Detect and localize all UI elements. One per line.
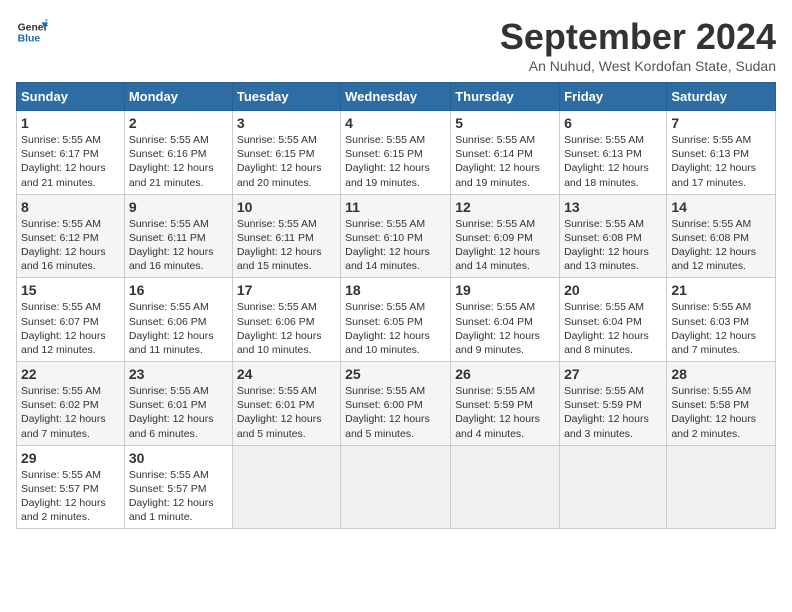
month-title: September 2024 [500,16,776,58]
table-row: 10Sunrise: 5:55 AMSunset: 6:11 PMDayligh… [232,194,340,278]
svg-text:Blue: Blue [18,34,41,45]
table-row: 18Sunrise: 5:55 AMSunset: 6:05 PMDayligh… [341,278,451,362]
table-row: 9Sunrise: 5:55 AMSunset: 6:11 PMDaylight… [124,194,232,278]
table-row: 5Sunrise: 5:55 AMSunset: 6:14 PMDaylight… [451,111,560,195]
calendar-week-5: 29Sunrise: 5:55 AMSunset: 5:57 PMDayligh… [17,445,776,529]
table-row: 7Sunrise: 5:55 AMSunset: 6:13 PMDaylight… [667,111,776,195]
col-friday: Friday [560,83,667,111]
table-row: 17Sunrise: 5:55 AMSunset: 6:06 PMDayligh… [232,278,340,362]
table-row: 28Sunrise: 5:55 AMSunset: 5:58 PMDayligh… [667,362,776,446]
table-row: 15Sunrise: 5:55 AMSunset: 6:07 PMDayligh… [17,278,125,362]
table-row: 27Sunrise: 5:55 AMSunset: 5:59 PMDayligh… [560,362,667,446]
table-row: 24Sunrise: 5:55 AMSunset: 6:01 PMDayligh… [232,362,340,446]
table-row: 21Sunrise: 5:55 AMSunset: 6:03 PMDayligh… [667,278,776,362]
table-row: 26Sunrise: 5:55 AMSunset: 5:59 PMDayligh… [451,362,560,446]
calendar-header-row: Sunday Monday Tuesday Wednesday Thursday… [17,83,776,111]
col-tuesday: Tuesday [232,83,340,111]
table-row: 22Sunrise: 5:55 AMSunset: 6:02 PMDayligh… [17,362,125,446]
logo-icon: General Blue [16,16,48,48]
table-row: 20Sunrise: 5:55 AMSunset: 6:04 PMDayligh… [560,278,667,362]
table-row: 13Sunrise: 5:55 AMSunset: 6:08 PMDayligh… [560,194,667,278]
calendar-table: Sunday Monday Tuesday Wednesday Thursday… [16,82,776,529]
col-saturday: Saturday [667,83,776,111]
title-area: September 2024 An Nuhud, West Kordofan S… [500,16,776,74]
calendar-week-4: 22Sunrise: 5:55 AMSunset: 6:02 PMDayligh… [17,362,776,446]
table-row: 23Sunrise: 5:55 AMSunset: 6:01 PMDayligh… [124,362,232,446]
table-row: 3Sunrise: 5:55 AMSunset: 6:15 PMDaylight… [232,111,340,195]
calendar-week-1: 1Sunrise: 5:55 AMSunset: 6:17 PMDaylight… [17,111,776,195]
table-row [341,445,451,529]
calendar-week-3: 15Sunrise: 5:55 AMSunset: 6:07 PMDayligh… [17,278,776,362]
calendar-week-2: 8Sunrise: 5:55 AMSunset: 6:12 PMDaylight… [17,194,776,278]
col-wednesday: Wednesday [341,83,451,111]
location-subtitle: An Nuhud, West Kordofan State, Sudan [500,58,776,74]
table-row: 12Sunrise: 5:55 AMSunset: 6:09 PMDayligh… [451,194,560,278]
table-row [232,445,340,529]
table-row [667,445,776,529]
table-row: 25Sunrise: 5:55 AMSunset: 6:00 PMDayligh… [341,362,451,446]
col-thursday: Thursday [451,83,560,111]
table-row: 4Sunrise: 5:55 AMSunset: 6:15 PMDaylight… [341,111,451,195]
table-row: 19Sunrise: 5:55 AMSunset: 6:04 PMDayligh… [451,278,560,362]
table-row: 2Sunrise: 5:55 AMSunset: 6:16 PMDaylight… [124,111,232,195]
col-monday: Monday [124,83,232,111]
table-row: 14Sunrise: 5:55 AMSunset: 6:08 PMDayligh… [667,194,776,278]
page-header: General Blue September 2024 An Nuhud, We… [16,16,776,74]
table-row [560,445,667,529]
col-sunday: Sunday [17,83,125,111]
table-row: 16Sunrise: 5:55 AMSunset: 6:06 PMDayligh… [124,278,232,362]
table-row: 11Sunrise: 5:55 AMSunset: 6:10 PMDayligh… [341,194,451,278]
table-row: 30Sunrise: 5:55 AMSunset: 5:57 PMDayligh… [124,445,232,529]
logo: General Blue [16,16,48,48]
table-row: 6Sunrise: 5:55 AMSunset: 6:13 PMDaylight… [560,111,667,195]
table-row [451,445,560,529]
table-row: 29Sunrise: 5:55 AMSunset: 5:57 PMDayligh… [17,445,125,529]
table-row: 8Sunrise: 5:55 AMSunset: 6:12 PMDaylight… [17,194,125,278]
table-row: 1Sunrise: 5:55 AMSunset: 6:17 PMDaylight… [17,111,125,195]
